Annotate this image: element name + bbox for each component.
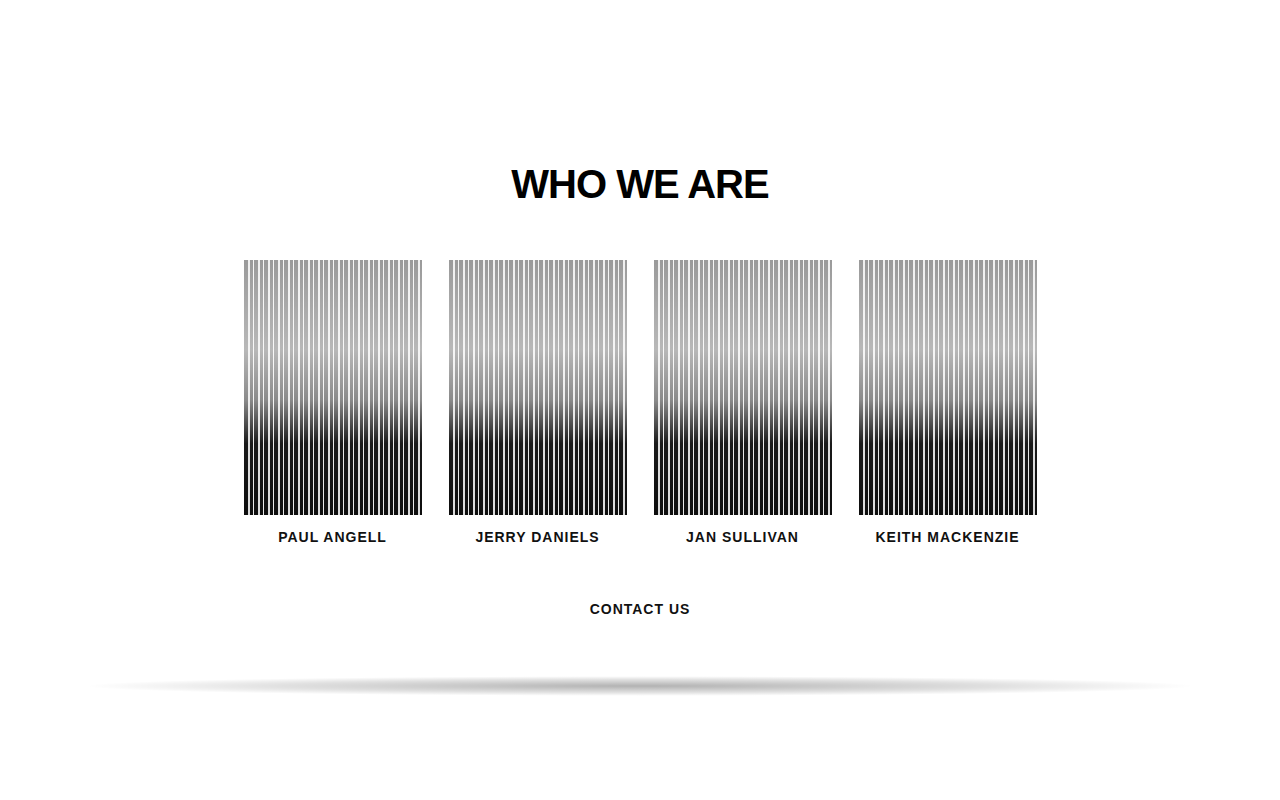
member-name: JAN SULLIVAN <box>686 529 799 545</box>
member-name: KEITH MACKENZIE <box>875 529 1019 545</box>
team-card[interactable]: KEITH MACKENZIE <box>858 260 1038 545</box>
contact-link[interactable]: CONTACT US <box>582 597 699 621</box>
member-name: PAUL ANGELL <box>278 529 387 545</box>
member-photo <box>859 260 1037 515</box>
team-row: PAUL ANGELL JERRY DANIELS JAN SULLIVAN KEIT… <box>243 260 1038 545</box>
team-card[interactable]: PAUL ANGELL <box>243 260 423 545</box>
member-photo <box>449 260 627 515</box>
member-name: JERRY DANIELS <box>475 529 599 545</box>
team-card[interactable]: JAN SULLIVAN <box>653 260 833 545</box>
member-photo <box>244 260 422 515</box>
team-card[interactable]: JERRY DANIELS <box>448 260 628 545</box>
member-photo <box>654 260 832 515</box>
floor-shadow <box>80 676 1200 696</box>
who-we-are-page: WHO WE ARE PAUL ANGELL JERRY DANIELS JAN SU… <box>0 0 1280 800</box>
section-title: WHO WE ARE <box>511 160 768 208</box>
